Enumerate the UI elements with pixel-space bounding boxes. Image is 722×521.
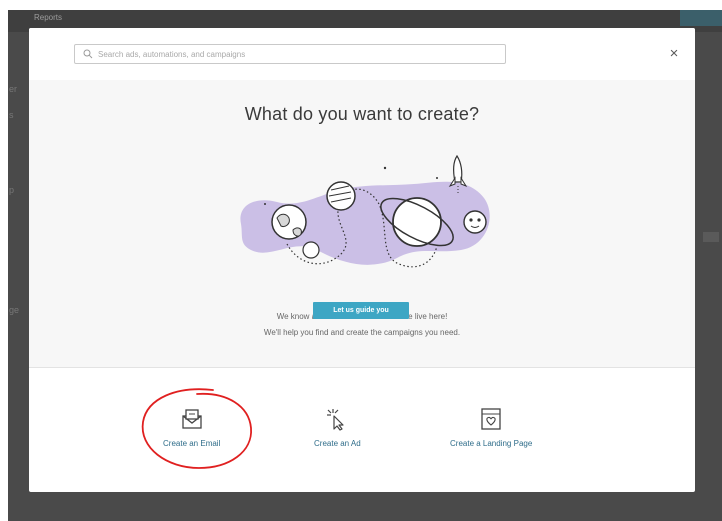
search-icon: [83, 49, 93, 59]
landing-page-icon: [477, 406, 505, 432]
guide-button[interactable]: Let us guide you: [313, 302, 409, 319]
modal-title: What do you want to create?: [244, 104, 480, 124]
create-ad-label: Create an Ad: [314, 439, 361, 448]
app-background-element: [703, 232, 719, 242]
create-modal: × What do you want to create?: [29, 28, 695, 492]
space-illustration: [240, 154, 490, 268]
cursor-click-icon: [323, 406, 351, 432]
search-input[interactable]: [98, 49, 478, 59]
create-ad-option[interactable]: Create an Ad: [314, 406, 361, 448]
close-button[interactable]: ×: [666, 46, 682, 62]
app-background-text: p: [9, 185, 15, 195]
hero-description-line2: We'll help you find and create the campa…: [263, 328, 461, 337]
create-email-option[interactable]: Create an Email: [163, 406, 220, 448]
search-field[interactable]: [74, 44, 506, 64]
create-landing-page-option[interactable]: Create a Landing Page: [450, 406, 532, 448]
email-icon: [178, 406, 206, 432]
app-header-label: Reports: [34, 13, 63, 22]
create-landing-page-label: Create a Landing Page: [450, 439, 533, 448]
section-divider: [29, 367, 695, 368]
modal-search-bar: ×: [29, 28, 695, 80]
app-background-text: ge: [9, 305, 20, 315]
app-background-text: er: [9, 84, 18, 94]
hero-section: What do you want to create? We know live…: [29, 80, 695, 367]
app-header-button: [680, 10, 722, 26]
app-background-text: s: [9, 110, 14, 120]
create-email-label: Create an Email: [163, 439, 221, 448]
screenshot-stage: Reports er s p ge × What do you want to …: [0, 0, 722, 521]
